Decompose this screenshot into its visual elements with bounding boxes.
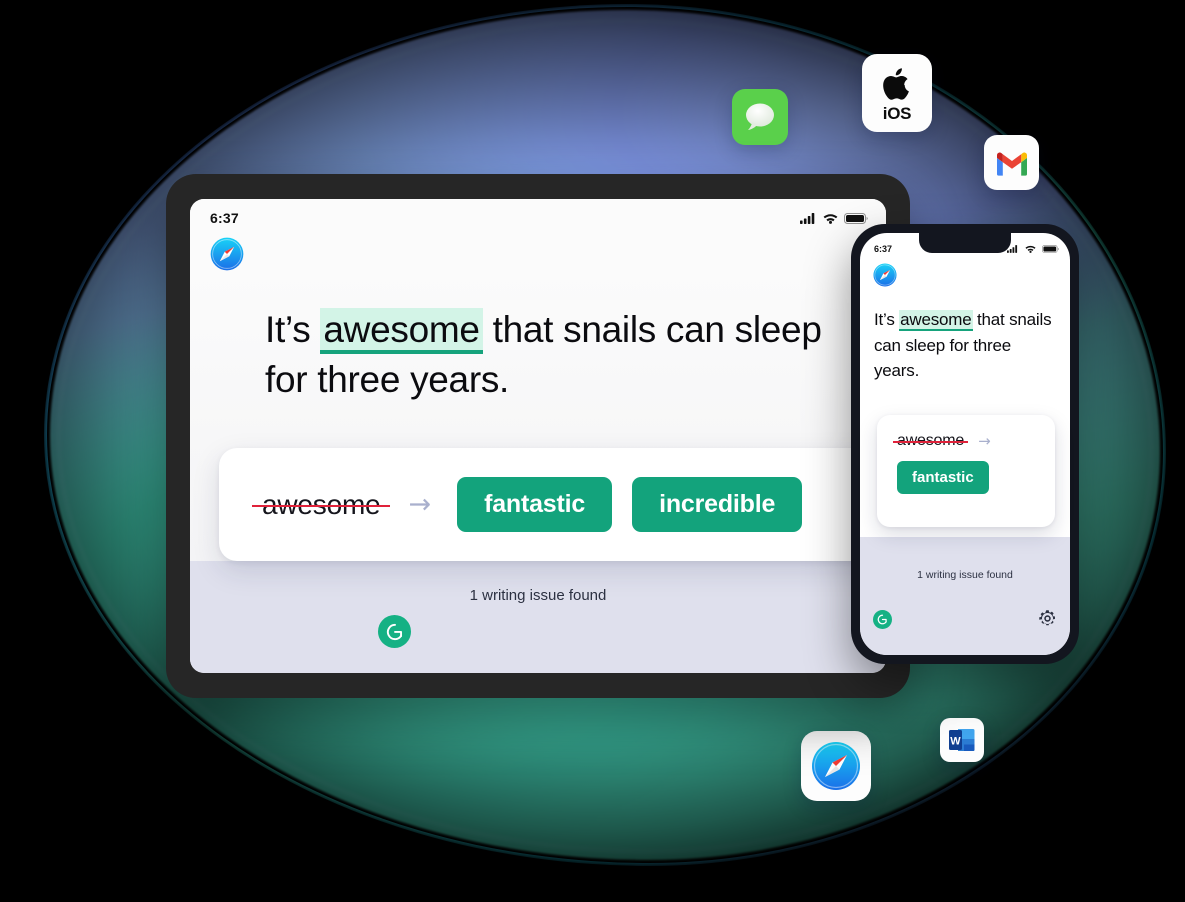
- word-app-icon[interactable]: W: [940, 718, 984, 762]
- gear-icon: [1039, 610, 1055, 626]
- phone-clock: 6:37: [874, 243, 893, 254]
- word-document-icon: W: [949, 729, 975, 751]
- grammarly-g-glyph: [877, 614, 887, 625]
- apple-logo-icon: [883, 67, 909, 100]
- arrow-right-icon: →: [408, 489, 432, 520]
- gmail-app-icon[interactable]: [984, 135, 1039, 190]
- phone-suggestion-card: awesome → fantastic: [877, 415, 1055, 527]
- phone-status-icons: [1007, 244, 1059, 253]
- doc-text-before: It’s: [874, 310, 900, 329]
- highlighted-word[interactable]: awesome: [899, 310, 973, 331]
- message-bubble-icon: [746, 103, 774, 130]
- tablet-document-text: It’s awesome that snails can sleep for t…: [265, 305, 846, 406]
- doc-text-before: It’s: [265, 309, 321, 350]
- safari-compass-icon: [812, 742, 860, 790]
- wifi-icon: [1025, 245, 1036, 253]
- grammarly-logo-icon[interactable]: [378, 615, 411, 648]
- messages-app-icon[interactable]: [732, 89, 788, 145]
- phone-status-bar: 6:37: [860, 233, 1070, 259]
- cellular-signal-icon: [800, 212, 815, 224]
- tablet-device: 6:37 It’s awesome that snails can sleep …: [166, 174, 910, 698]
- tablet-clock: 6:37: [210, 210, 239, 226]
- tablet-suggestion-card: awesome → fantastic incredible: [219, 448, 897, 561]
- tablet-original-word: awesome: [251, 489, 391, 521]
- svg-text:W: W: [950, 736, 961, 748]
- grammarly-g-glyph: [386, 623, 402, 640]
- battery-icon: [844, 212, 868, 224]
- ios-label: iOS: [882, 103, 912, 123]
- phone-original-word: awesome: [892, 432, 969, 449]
- phone-strike-row: awesome →: [892, 431, 1055, 450]
- suggestion-button-fantastic[interactable]: fantastic: [457, 477, 613, 532]
- phone-browser-row: [860, 259, 1070, 287]
- cellular-signal-icon: [1007, 244, 1018, 253]
- safari-icon[interactable]: [873, 263, 897, 287]
- tablet-browser-row: [190, 231, 886, 271]
- gmail-envelope-icon: [996, 152, 1027, 176]
- phone-issue-count: 1 writing issue found: [917, 569, 1013, 581]
- phone-document-text: It’s awesome that snails can sleep for t…: [874, 307, 1056, 384]
- tablet-status-icons: [800, 212, 868, 224]
- tablet-screen: 6:37 It’s awesome that snails can sleep …: [190, 199, 886, 673]
- safari-icon[interactable]: [210, 237, 244, 271]
- suggestion-button-incredible[interactable]: incredible: [632, 477, 803, 532]
- grammarly-logo-icon[interactable]: [873, 610, 892, 629]
- ios-app-icon[interactable]: iOS: [862, 54, 932, 132]
- wifi-icon: [823, 213, 838, 224]
- highlighted-word[interactable]: awesome: [320, 308, 483, 354]
- arrow-right-icon: →: [978, 431, 991, 450]
- settings-button[interactable]: [1037, 608, 1058, 629]
- tablet-issue-count: 1 writing issue found: [469, 587, 607, 604]
- tablet-status-bar: 6:37: [190, 199, 886, 231]
- tablet-footer: 1 writing issue found: [190, 561, 886, 673]
- battery-icon: [1042, 244, 1059, 253]
- safari-app-icon[interactable]: [801, 731, 871, 801]
- suggestion-button-fantastic[interactable]: fantastic: [897, 461, 989, 494]
- phone-footer: 1 writing issue found: [860, 537, 1070, 655]
- scene-root: iOS W 6:37 It’s awesome that snails can …: [0, 0, 1185, 902]
